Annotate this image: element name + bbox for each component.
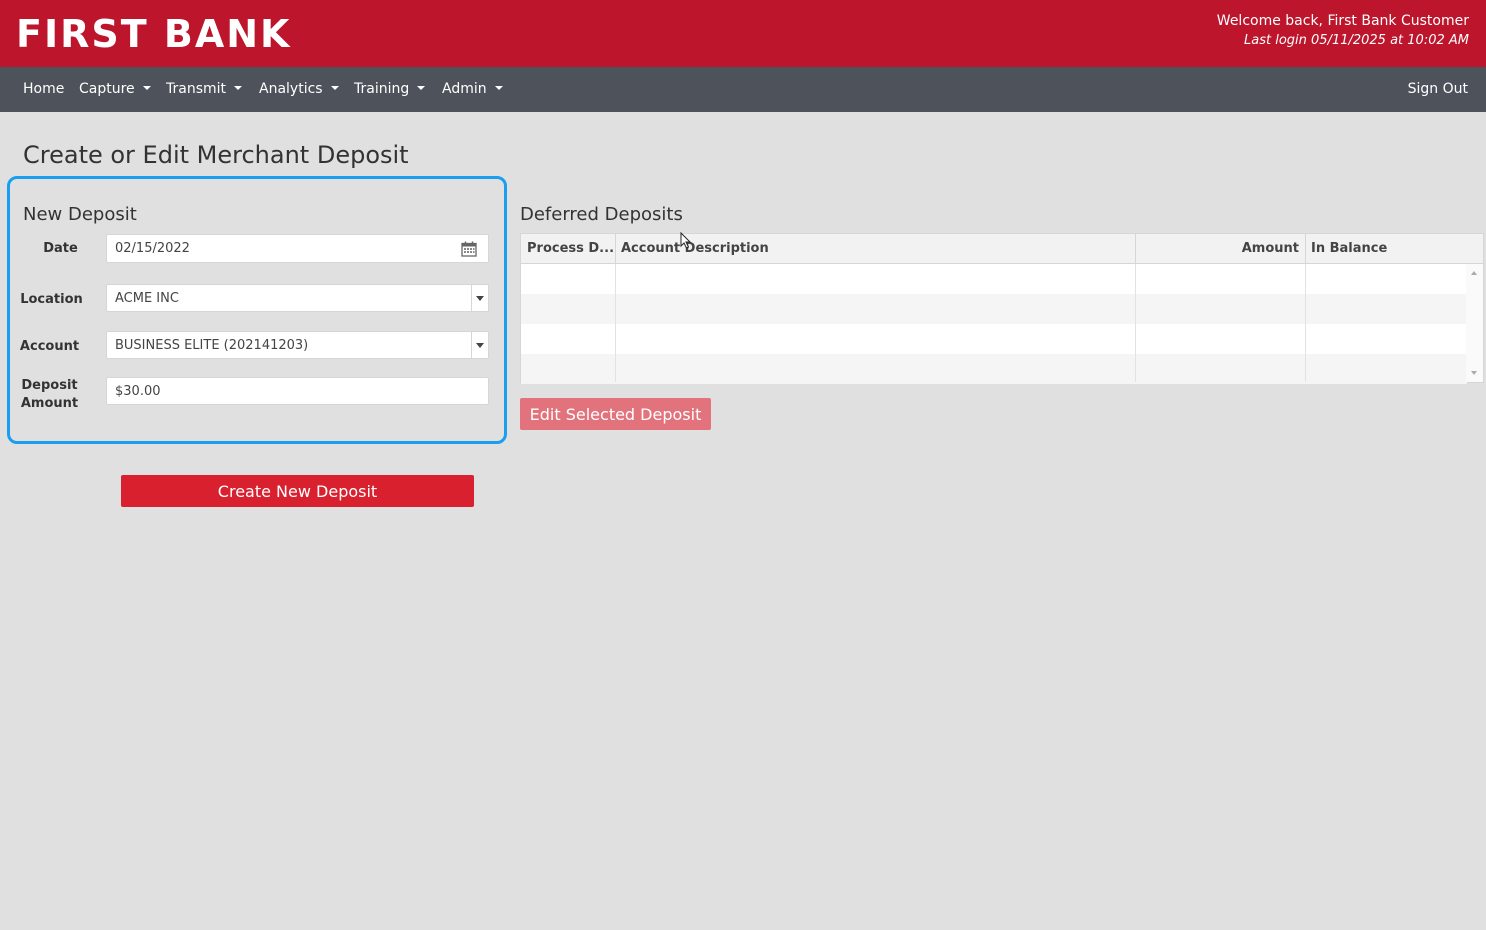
caret-down-icon: [234, 86, 243, 90]
column-divider: [615, 264, 616, 382]
deposit-amount-label: Deposit Amount: [12, 377, 87, 413]
column-header-process-date[interactable]: Process D...: [521, 234, 615, 264]
app-header: FIRST BANK Welcome back, First Bank Cust…: [0, 0, 1486, 67]
table-row[interactable]: [521, 354, 1467, 384]
mouse-cursor-icon: [680, 232, 692, 249]
last-login-text: Last login 05/11/2025 at 10:02 AM: [1244, 33, 1469, 48]
account-select[interactable]: BUSINESS ELITE (202141203): [106, 331, 489, 359]
column-header-amount[interactable]: Amount: [1135, 234, 1305, 264]
deposit-amount-label-line2: Amount: [20, 396, 79, 411]
nav-home-label: Home: [23, 81, 65, 97]
nav-admin-label: Admin: [442, 81, 487, 97]
create-new-deposit-button[interactable]: Create New Deposit: [121, 475, 474, 507]
calendar-icon: [461, 241, 477, 257]
column-header-in-balance[interactable]: In Balance: [1305, 234, 1467, 264]
new-deposit-title: New Deposit: [23, 204, 137, 225]
location-dropdown-button[interactable]: [471, 285, 488, 311]
nav-home[interactable]: Home: [23, 81, 64, 97]
date-label: Date: [43, 241, 78, 256]
edit-selected-deposit-button[interactable]: Edit Selected Deposit: [520, 398, 711, 430]
location-value: ACME INC: [115, 290, 179, 306]
date-value: 02/15/2022: [115, 241, 190, 256]
nav-transmit-label: Transmit: [166, 81, 227, 97]
caret-down-icon: [476, 342, 484, 348]
scroll-down-icon[interactable]: [1471, 371, 1477, 375]
account-dropdown-button[interactable]: [471, 332, 488, 358]
location-select[interactable]: ACME INC: [106, 284, 489, 312]
nav-training[interactable]: Training: [354, 81, 426, 97]
caret-down-icon: [494, 86, 503, 90]
location-label: Location: [20, 292, 83, 307]
caret-down-icon: [417, 86, 426, 90]
column-divider: [1305, 264, 1306, 382]
page-title: Create or Edit Merchant Deposit: [23, 141, 409, 169]
account-value: BUSINESS ELITE (202141203): [115, 337, 309, 353]
nav-capture[interactable]: Capture: [79, 81, 151, 97]
column-divider: [1135, 264, 1136, 382]
deposit-amount-value: $30.00: [115, 383, 161, 399]
date-field[interactable]: 02/15/2022: [106, 234, 489, 263]
calendar-button[interactable]: [450, 235, 488, 262]
column-header-account-description[interactable]: Account Description: [615, 234, 1135, 264]
nav-analytics[interactable]: Analytics: [259, 81, 339, 97]
grid-header: Process D... Account Description Amount …: [521, 234, 1483, 264]
nav-admin[interactable]: Admin: [442, 81, 503, 97]
nav-training-label: Training: [354, 81, 410, 97]
table-row[interactable]: [521, 324, 1467, 354]
caret-down-icon: [142, 86, 151, 90]
deferred-deposits-title: Deferred Deposits: [520, 204, 683, 225]
welcome-text: Welcome back, First Bank Customer: [1216, 13, 1469, 29]
nav-capture-label: Capture: [79, 81, 135, 97]
nav-transmit[interactable]: Transmit: [166, 81, 243, 97]
deposit-amount-input[interactable]: $30.00: [106, 377, 489, 405]
scroll-up-icon[interactable]: [1471, 271, 1477, 275]
main-nav: Home Capture Transmit Analytics Training…: [0, 67, 1486, 112]
nav-analytics-label: Analytics: [259, 81, 323, 97]
grid-scrollbar[interactable]: [1466, 264, 1483, 382]
deposit-amount-label-line1: Deposit: [21, 378, 78, 393]
table-row[interactable]: [521, 294, 1467, 324]
caret-down-icon: [476, 295, 484, 301]
welcome-block: Welcome back, First Bank Customer Last l…: [1217, 13, 1469, 48]
caret-down-icon: [330, 86, 339, 90]
sign-out-link[interactable]: Sign Out: [1408, 81, 1468, 97]
account-label: Account: [19, 339, 80, 354]
table-row[interactable]: [521, 264, 1467, 294]
deferred-deposits-grid[interactable]: Process D... Account Description Amount …: [520, 233, 1484, 384]
bank-logo[interactable]: FIRST BANK: [16, 12, 292, 56]
